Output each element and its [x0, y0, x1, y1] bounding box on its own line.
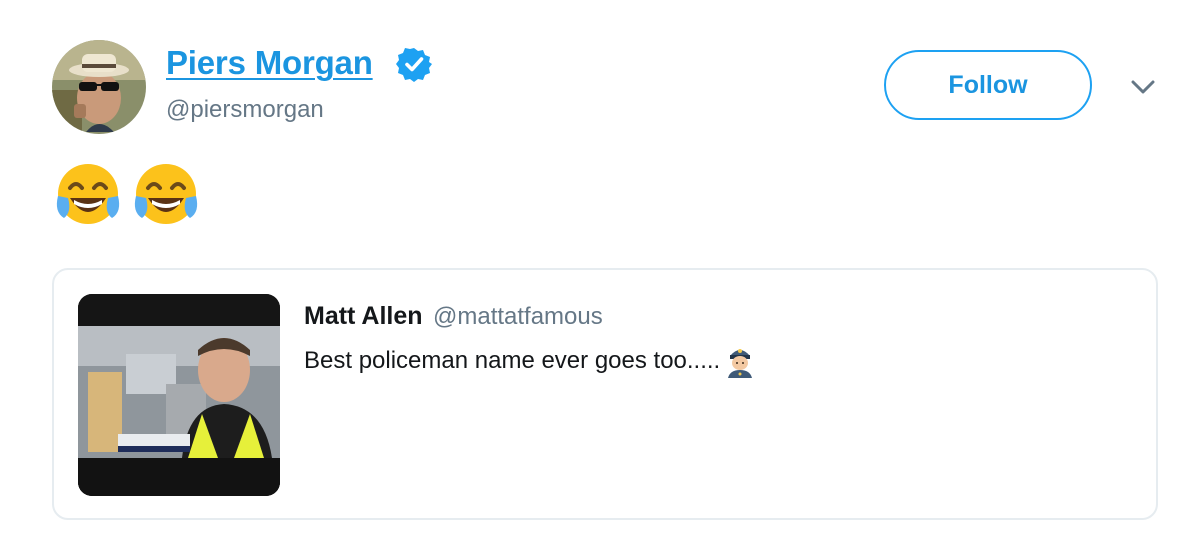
avatar[interactable]: [52, 40, 146, 134]
quoted-author-name: Matt Allen: [304, 302, 423, 330]
quoted-tweet-body: Best policeman name ever goes too.....: [304, 347, 721, 374]
tv-news-screenshot: [78, 294, 280, 496]
quoted-tweet-media[interactable]: [78, 294, 280, 496]
quoted-tweet[interactable]: Matt Allen @mattatfamous Best policeman …: [52, 268, 1158, 520]
author-handle[interactable]: @piersmorgan: [166, 96, 324, 124]
avatar-photo: [52, 40, 146, 134]
tweet: Piers Morgan @piersmorgan Follow Matt Al…: [0, 0, 1200, 536]
face-with-tears-of-joy-icon: [56, 164, 120, 224]
quoted-tweet-text: Best policeman name ever goes too.....: [304, 344, 756, 378]
author-display-name[interactable]: Piers Morgan: [166, 44, 373, 82]
police-officer-icon: [728, 349, 753, 378]
follow-button[interactable]: Follow: [884, 50, 1092, 120]
tweet-text: [52, 160, 202, 240]
quoted-author-handle: @mattatfamous: [432, 303, 603, 330]
quoted-tweet-header: Matt Allen @mattatfamous: [304, 302, 603, 331]
verified-badge-icon: [396, 46, 432, 82]
face-with-tears-of-joy-icon: [134, 164, 198, 224]
chevron-down-icon[interactable]: [1126, 74, 1160, 100]
